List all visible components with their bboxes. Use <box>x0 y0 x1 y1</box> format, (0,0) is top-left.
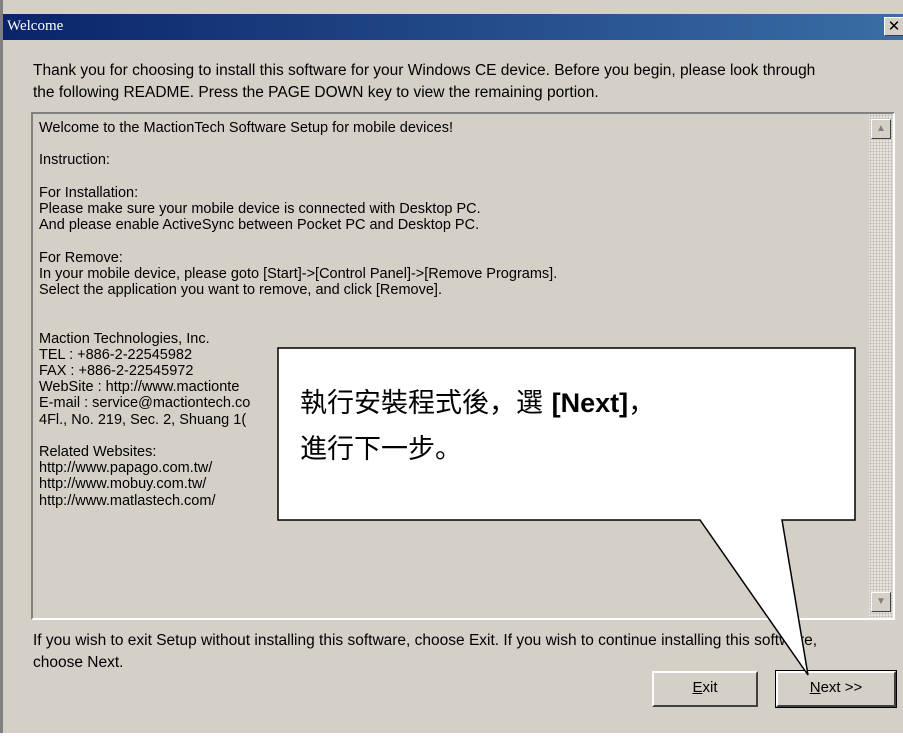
callout-bubble <box>277 347 856 676</box>
callout-line-1-post: ， <box>628 388 656 419</box>
callout-line-2: 進行下一步。 <box>300 434 462 465</box>
callout-annotation: 執行安裝程式後，選 [Next]， 進行下一步。 <box>0 0 903 733</box>
callout-line-1-pre: 執行安裝程式後，選 <box>300 388 552 419</box>
callout-next-emphasis: [Next] <box>551 388 629 418</box>
callout-text: 執行安裝程式後，選 [Next]， 進行下一步。 <box>300 380 840 473</box>
callout-line-1: 執行安裝程式後，選 [Next]， <box>300 380 840 427</box>
